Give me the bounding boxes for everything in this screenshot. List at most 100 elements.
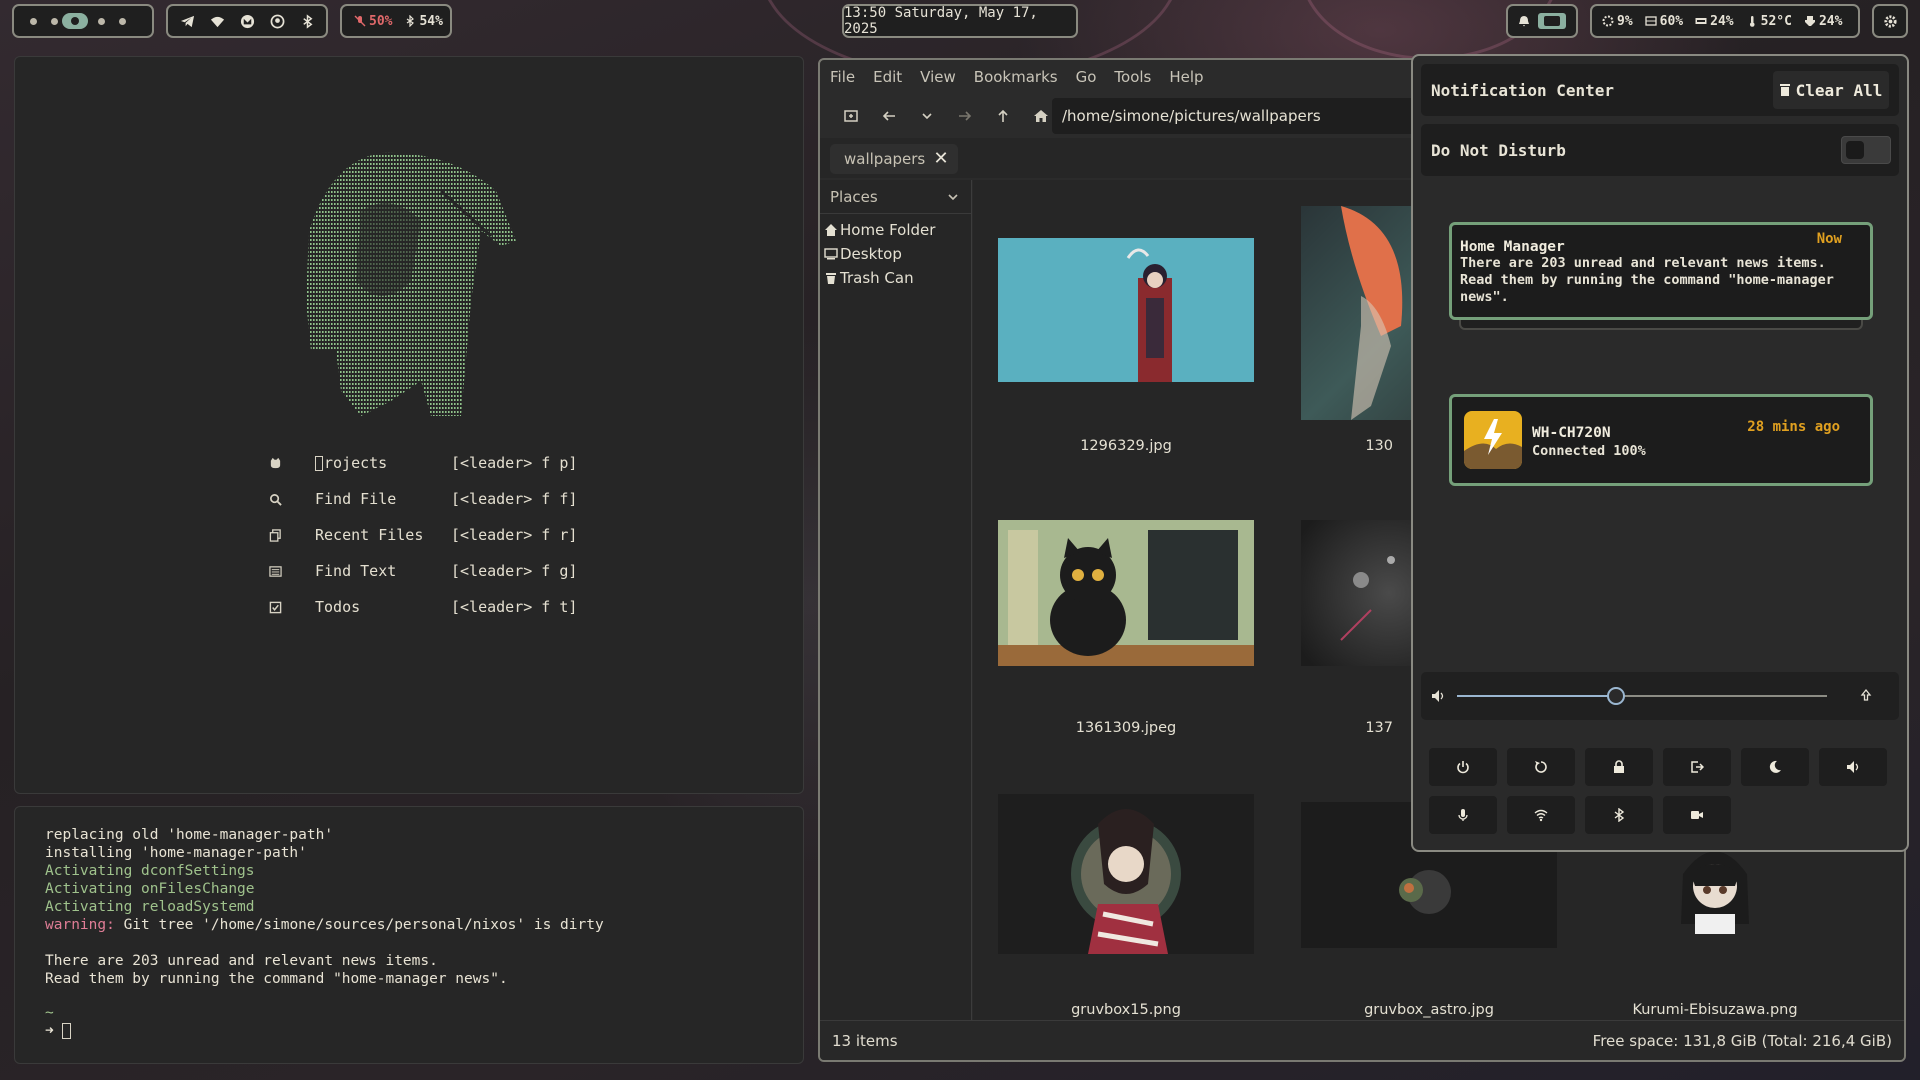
file-name[interactable]: 130 bbox=[1273, 438, 1393, 454]
close-icon[interactable]: ✕ bbox=[932, 148, 950, 169]
bluetooth-battery[interactable]: 54% bbox=[398, 14, 448, 29]
file-name[interactable]: gruvbox_astro.jpg bbox=[1304, 1002, 1554, 1018]
notification-toggle[interactable] bbox=[1506, 4, 1578, 38]
workspace-3-active[interactable] bbox=[62, 13, 88, 29]
volume-icon[interactable] bbox=[1431, 688, 1445, 707]
terminal-prompt[interactable]: ➜ bbox=[45, 1023, 72, 1039]
trash-icon bbox=[826, 273, 836, 284]
microphone-toggle-button[interactable] bbox=[1429, 796, 1497, 834]
disk-usage[interactable]: 24% bbox=[1689, 14, 1739, 29]
menu-edit[interactable]: Edit bbox=[873, 68, 902, 86]
telegram-icon[interactable] bbox=[175, 9, 199, 33]
clear-all-button[interactable]: Clear All bbox=[1773, 71, 1889, 109]
dashboard-item-find-text[interactable]: Find Text [<leader> f g] bbox=[267, 561, 577, 581]
nvim-window[interactable]: rojects [<leader> f p] Find File [<leade… bbox=[14, 56, 804, 794]
dashboard-item-projects[interactable]: rojects [<leader> f p] bbox=[267, 453, 577, 473]
arrow-right-icon bbox=[959, 111, 972, 121]
notification-time: Now bbox=[1816, 231, 1842, 247]
audio-output-select-icon[interactable] bbox=[1859, 687, 1873, 706]
file-thumbnail[interactable] bbox=[998, 238, 1254, 382]
dashboard-item-recent-files[interactable]: Recent Files [<leader> f r] bbox=[267, 525, 577, 545]
place-home-folder[interactable]: Home Folder bbox=[820, 218, 971, 242]
camera-toggle-button[interactable] bbox=[1663, 796, 1731, 834]
workspace-1[interactable] bbox=[30, 17, 37, 25]
workspace-switcher bbox=[12, 4, 154, 38]
bluetooth-toggle-button[interactable] bbox=[1585, 796, 1653, 834]
desktop-icon bbox=[824, 248, 838, 260]
lock-button[interactable] bbox=[1585, 748, 1653, 786]
menu-tools[interactable]: Tools bbox=[1114, 68, 1151, 86]
settings-button[interactable] bbox=[1872, 4, 1908, 38]
file-thumbnail[interactable] bbox=[998, 520, 1254, 666]
file-name[interactable]: 1296329.jpg bbox=[1001, 438, 1251, 454]
tab-wallpapers[interactable]: wallpapers ✕ bbox=[830, 144, 958, 174]
power-button[interactable] bbox=[1429, 748, 1497, 786]
system-tray bbox=[166, 4, 328, 38]
cpu-usage[interactable]: 9% bbox=[1596, 14, 1639, 29]
ascii-art-portrait bbox=[306, 152, 516, 416]
power-icon bbox=[1457, 761, 1469, 774]
workspace-2[interactable] bbox=[51, 17, 58, 25]
history-dropdown-button[interactable] bbox=[908, 101, 946, 131]
bluetooth-icon[interactable] bbox=[295, 9, 319, 33]
menu-file[interactable]: File bbox=[830, 68, 855, 86]
list-icon bbox=[267, 563, 283, 579]
volume-toggle-button[interactable] bbox=[1819, 748, 1887, 786]
file-name[interactable]: Kurumi-Ebisuzawa.png bbox=[1590, 1002, 1840, 1018]
notification-center-indicator-icon bbox=[1538, 13, 1566, 29]
menu-go[interactable]: Go bbox=[1076, 68, 1097, 86]
menu-bookmarks[interactable]: Bookmarks bbox=[974, 68, 1058, 86]
github-icon[interactable] bbox=[265, 9, 289, 33]
workspace-4[interactable] bbox=[98, 17, 105, 25]
search-icon bbox=[267, 491, 283, 507]
terminal-line: Activating reloadSystemd bbox=[45, 899, 255, 915]
cpu-icon bbox=[1602, 15, 1614, 27]
ram-usage[interactable]: 60% bbox=[1639, 14, 1689, 29]
forward-button[interactable] bbox=[946, 101, 984, 131]
volume-icon bbox=[1847, 761, 1859, 773]
up-button[interactable] bbox=[984, 101, 1022, 131]
notification-wh-ch720n[interactable]: WH-CH720N Connected 100% 28 mins ago bbox=[1449, 394, 1873, 486]
file-name[interactable]: 137 bbox=[1273, 720, 1393, 736]
mic-level[interactable]: 50% bbox=[348, 14, 398, 29]
dashboard-item-todos[interactable]: Todos [<leader> f t] bbox=[267, 597, 577, 617]
back-button[interactable] bbox=[870, 101, 908, 131]
wifi-toggle-button[interactable] bbox=[1507, 796, 1575, 834]
new-window-button[interactable] bbox=[832, 101, 870, 131]
battery[interactable]: 24% bbox=[1798, 14, 1848, 29]
notification-home-manager[interactable]: Home Manager There are 203 unread and re… bbox=[1449, 222, 1873, 320]
restart-button[interactable] bbox=[1507, 748, 1575, 786]
notification-center-header: Notification Center Clear All bbox=[1421, 64, 1899, 116]
terminal-window[interactable]: replacing old 'home-manager-path' instal… bbox=[14, 806, 804, 1064]
wifi-icon[interactable] bbox=[205, 9, 229, 33]
places-sidebar: Places Home Folder Desktop Trash Can bbox=[820, 180, 972, 1022]
notification-stack-shadow bbox=[1459, 320, 1863, 330]
file-name[interactable]: gruvbox15.png bbox=[1001, 1002, 1251, 1018]
prompt-directory: ~ bbox=[45, 1005, 54, 1021]
volume-slider[interactable] bbox=[1457, 687, 1827, 705]
terminal-line: installing 'home-manager-path' bbox=[45, 845, 307, 861]
file-name[interactable]: 1361309.jpeg bbox=[1001, 720, 1251, 736]
notification-time: 28 mins ago bbox=[1747, 419, 1840, 435]
temperature[interactable]: 52°C bbox=[1740, 14, 1798, 29]
dashboard-item-find-file[interactable]: Find File [<leader> f f] bbox=[267, 489, 577, 509]
camera-icon bbox=[1691, 811, 1703, 819]
do-not-disturb-row: Do Not Disturb bbox=[1421, 124, 1899, 176]
menu-help[interactable]: Help bbox=[1169, 68, 1203, 86]
terminal-line: Read them by running the command "home-m… bbox=[45, 971, 508, 987]
menu-view[interactable]: View bbox=[920, 68, 956, 86]
place-trash-can[interactable]: Trash Can bbox=[820, 266, 971, 290]
logout-button[interactable] bbox=[1663, 748, 1731, 786]
mail-icon[interactable] bbox=[235, 9, 259, 33]
file-thumbnail[interactable] bbox=[998, 794, 1254, 954]
do-not-disturb-toggle[interactable] bbox=[1841, 136, 1891, 164]
sleep-button[interactable] bbox=[1741, 748, 1809, 786]
place-desktop[interactable]: Desktop bbox=[820, 242, 971, 266]
new-window-icon bbox=[844, 110, 858, 122]
clock[interactable]: 13:50 Saturday, May 17, 2025 bbox=[842, 4, 1078, 38]
terminal-cursor bbox=[62, 1023, 72, 1039]
workspace-5[interactable] bbox=[119, 17, 126, 25]
terminal-line: Activating dconfSettings bbox=[45, 863, 255, 879]
places-header[interactable]: Places bbox=[820, 180, 971, 214]
volume-slider-knob[interactable] bbox=[1607, 687, 1626, 705]
